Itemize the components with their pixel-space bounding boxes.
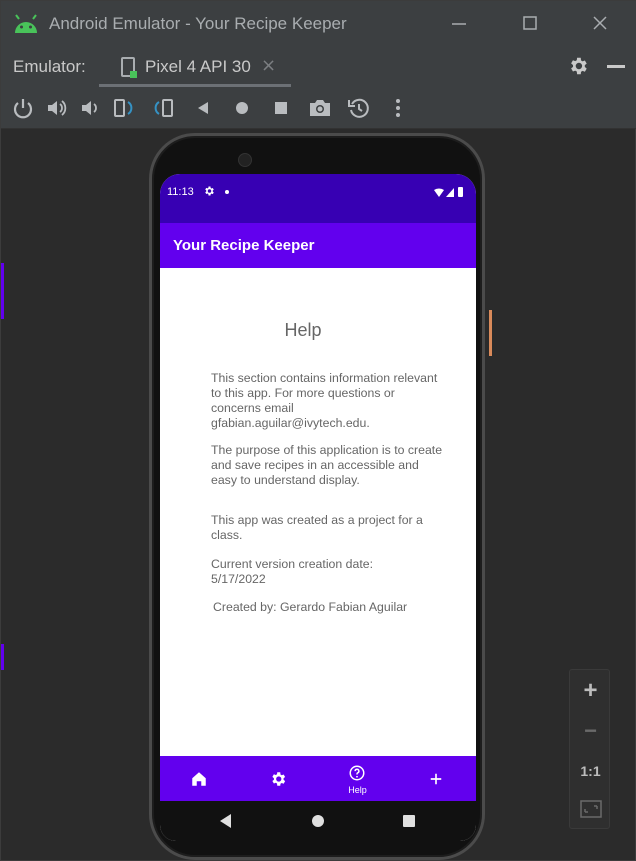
app-bar: Your Recipe Keeper xyxy=(160,223,476,268)
rotate-right-button[interactable] xyxy=(150,95,176,121)
battery-icon xyxy=(458,187,463,197)
front-camera xyxy=(238,153,252,167)
volume-up-icon xyxy=(48,100,67,116)
system-back-icon[interactable] xyxy=(220,814,231,828)
android-logo-icon xyxy=(15,14,37,33)
nav-item-help[interactable]: Help xyxy=(318,756,397,801)
screenshot-button[interactable] xyxy=(307,95,333,121)
notification-dot-icon xyxy=(225,190,229,194)
overview-icon xyxy=(275,102,287,114)
settings-icon xyxy=(272,772,286,786)
rotate-left-icon xyxy=(114,99,133,117)
close-window-button[interactable] xyxy=(586,11,614,37)
power-button[interactable] xyxy=(10,95,36,121)
zoom-controls: + − 1:1 xyxy=(569,669,610,829)
status-time: 11:13 xyxy=(167,186,194,198)
camera-icon xyxy=(310,100,330,116)
fit-screen-icon xyxy=(579,800,602,818)
more-options-button[interactable] xyxy=(385,95,411,121)
nav-item-settings[interactable] xyxy=(239,756,318,801)
help-paragraph-author: Created by: Gerardo Fabian Aguilar xyxy=(213,600,408,614)
system-home-icon[interactable] xyxy=(312,815,324,827)
maximize-window-button[interactable] xyxy=(516,11,544,37)
hide-panel-icon[interactable] xyxy=(607,65,625,68)
home-button[interactable] xyxy=(229,95,255,121)
help-paragraph-info: This section contains information releva… xyxy=(211,371,438,430)
help-paragraph-purpose: The purpose of this application is to cr… xyxy=(211,443,443,487)
help-icon xyxy=(349,765,365,781)
add-icon xyxy=(430,773,442,785)
help-paragraph-project: This app was created as a project for a … xyxy=(211,513,423,542)
zoom-out-button[interactable]: − xyxy=(570,712,611,750)
nav-label-help: Help xyxy=(348,785,367,795)
help-content: Help This section contains information r… xyxy=(160,268,476,756)
home-icon xyxy=(192,772,206,786)
volume-up-button[interactable] xyxy=(44,95,70,121)
emulator-toolbar xyxy=(1,87,636,129)
signal-icon xyxy=(446,188,454,197)
device-icon xyxy=(121,57,137,78)
nav-item-add[interactable] xyxy=(397,756,476,801)
back-button[interactable] xyxy=(190,95,216,121)
emulator-window: Android Emulator - Your Recipe Keeper Em… xyxy=(0,0,636,861)
system-recents-icon[interactable] xyxy=(403,815,415,827)
power-icon xyxy=(13,99,33,119)
emulator-label: Emulator: xyxy=(13,57,86,76)
more-vertical-icon xyxy=(396,99,400,117)
rotate-left-button[interactable] xyxy=(111,95,137,121)
background-window-strip xyxy=(1,263,4,319)
title-bar: Android Emulator - Your Recipe Keeper xyxy=(1,1,636,47)
minimize-icon xyxy=(452,23,466,25)
maximize-icon xyxy=(523,16,537,30)
wifi-icon xyxy=(434,188,444,197)
window-title: Android Emulator - Your Recipe Keeper xyxy=(49,14,347,33)
home-circle-icon xyxy=(236,102,248,114)
device-tab-label: Pixel 4 API 30 xyxy=(145,57,251,76)
nav-item-home[interactable] xyxy=(160,756,239,801)
snapshot-icon xyxy=(348,98,369,118)
help-paragraph-version: Current version creation date: 5/17/2022 xyxy=(211,557,373,586)
minimize-window-button[interactable] xyxy=(445,11,473,37)
rotate-right-icon xyxy=(154,99,173,117)
zoom-fit-button[interactable] xyxy=(570,790,611,828)
status-icons xyxy=(434,187,463,197)
volume-down-icon xyxy=(82,101,97,115)
snapshot-button[interactable] xyxy=(346,95,372,121)
background-window-strip xyxy=(1,644,4,670)
status-bar: 11:13 xyxy=(160,174,476,223)
system-navigation-bar xyxy=(160,801,476,841)
status-settings-icon xyxy=(205,186,214,196)
close-icon xyxy=(593,16,607,30)
settings-gear-icon[interactable] xyxy=(567,55,589,77)
tab-device[interactable]: Pixel 4 API 30 × xyxy=(99,47,291,87)
help-heading: Help xyxy=(284,320,322,340)
volume-down-button[interactable] xyxy=(77,95,103,121)
zoom-in-button[interactable]: + xyxy=(570,672,611,710)
bottom-navigation: Help xyxy=(160,756,476,801)
emulator-tab-bar: Emulator: Pixel 4 API 30 × xyxy=(1,47,636,87)
tab-close-icon[interactable]: × xyxy=(261,55,276,76)
app-title: Your Recipe Keeper xyxy=(173,237,315,254)
overview-button[interactable] xyxy=(268,95,294,121)
back-icon xyxy=(198,102,208,114)
zoom-actual-size-button[interactable]: 1:1 xyxy=(570,752,611,790)
device-side-button[interactable] xyxy=(489,310,492,356)
device-screen: 11:13 Your Recipe Keeper Help This secti… xyxy=(160,174,476,841)
